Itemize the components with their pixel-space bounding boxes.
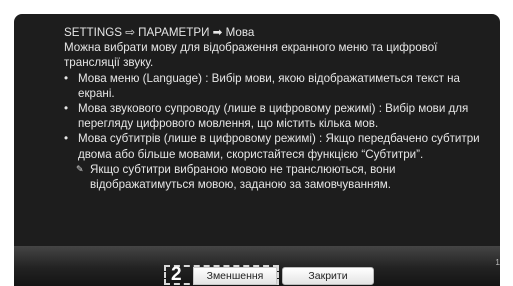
bullet-icon: • (64, 132, 69, 146)
reduce-button[interactable]: Зменшення (193, 267, 277, 285)
page-indicator: 1/ (495, 258, 500, 267)
list-item: • Мова меню (Language) : Вибір мови, яко… (64, 71, 489, 101)
note-text: Якщо субтитри вибраною мовою не транслюю… (90, 162, 396, 192)
list-item-text: Мова субтитрів (лише в цифровому режимі)… (78, 132, 480, 161)
step-number: 2 (171, 264, 182, 285)
list-item-text: Мова меню (Language) : Вибір мови, якою … (78, 71, 460, 100)
close-button[interactable]: Закрити (282, 267, 374, 285)
list-item-text: Мова звукового супроводу (лише в цифрово… (78, 102, 469, 131)
settings-help-screen: SETTINGS ⇨ ПАРАМЕТРИ ➡ Мова Можна вибрат… (14, 14, 500, 286)
option-list: • Мова меню (Language) : Вибір мови, яко… (64, 71, 489, 162)
bullet-icon: • (64, 102, 69, 116)
breadcrumb: SETTINGS ⇨ ПАРАМЕТРИ ➡ Мова (64, 26, 255, 39)
list-item: • Мова звукового супроводу (лише в цифро… (64, 101, 489, 131)
help-text: SETTINGS ⇨ ПАРАМЕТРИ ➡ Мова Можна вибрат… (64, 25, 489, 192)
note-icon: ✎ (76, 163, 84, 174)
list-item: • Мова субтитрів (лише в цифровому режим… (64, 131, 489, 161)
bullet-icon: • (64, 71, 69, 85)
intro-text: Можна вибрати мову для відображення екра… (64, 41, 438, 70)
note: ✎ Якщо субтитри вибраною мовою не трансл… (64, 162, 489, 192)
